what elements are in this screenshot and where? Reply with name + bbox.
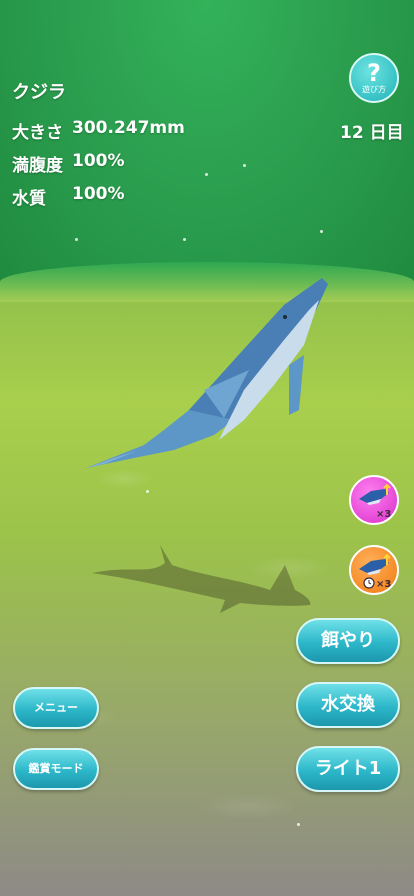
whale-growth-icon: ×3 xyxy=(359,483,391,520)
whale[interactable] xyxy=(84,270,334,475)
water-quality-label: 水質 xyxy=(12,189,46,209)
svg-text:×3: ×3 xyxy=(376,579,391,590)
water-particle xyxy=(297,823,300,826)
help-icon: ? xyxy=(367,59,381,87)
water-surface xyxy=(0,0,414,290)
water-change-button[interactable]: 水交換 xyxy=(296,682,400,728)
fullness-value: 100% xyxy=(72,151,125,171)
growth-boost-button[interactable]: ×3 xyxy=(349,475,399,525)
feed-button[interactable]: 餌やり xyxy=(296,618,400,664)
day-counter: 12 日目 xyxy=(340,123,404,143)
menu-button[interactable]: メニュー xyxy=(13,687,99,729)
water-quality-value: 100% xyxy=(72,184,125,204)
water-particle xyxy=(320,230,323,233)
help-label: 遊び方 xyxy=(362,85,386,94)
whale-shadow xyxy=(92,545,311,613)
svg-text:×3: ×3 xyxy=(376,509,391,520)
help-button[interactable]: ? 遊び方 xyxy=(349,53,399,103)
water-particle xyxy=(146,490,149,493)
viewing-mode-button[interactable]: 鑑賞モード xyxy=(13,748,99,790)
size-value: 300.247mm xyxy=(72,118,185,138)
clock-boost-icon: ×3 xyxy=(359,553,391,590)
light-button[interactable]: ライト1 xyxy=(296,746,400,792)
water-particle xyxy=(243,164,246,167)
time-boost-button[interactable]: ×3 xyxy=(349,545,399,595)
fullness-label: 満腹度 xyxy=(12,156,63,176)
whale-name: クジラ xyxy=(12,82,66,103)
water-particle xyxy=(205,173,208,176)
water-particle xyxy=(75,238,78,241)
size-label: 大きさ xyxy=(12,123,63,143)
water-particle xyxy=(183,238,186,241)
